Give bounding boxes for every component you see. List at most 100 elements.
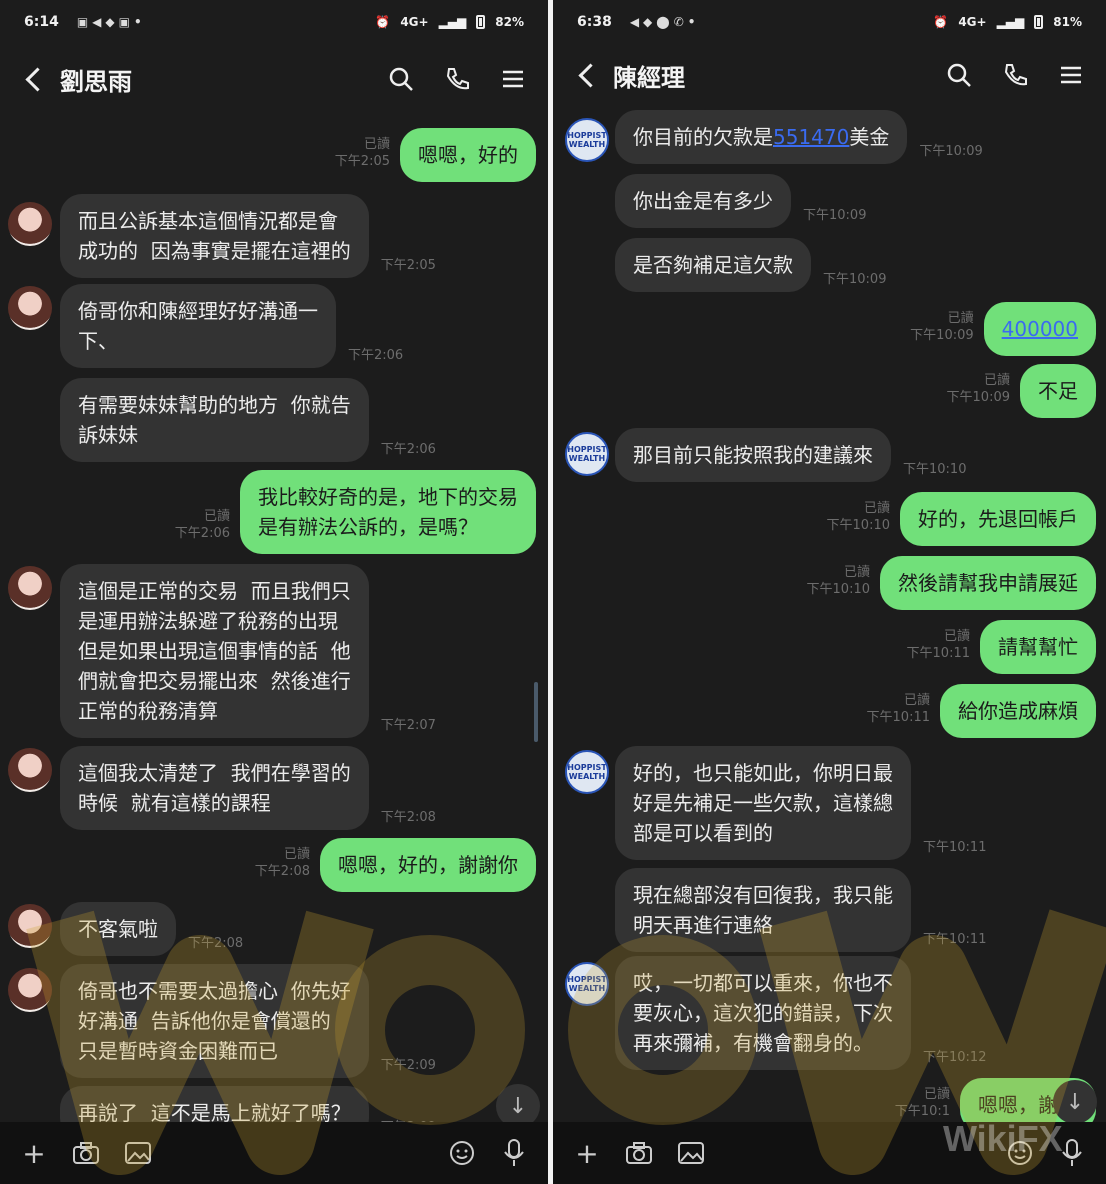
message-time: 下午10:09: [946, 390, 1010, 405]
message-bubble[interactable]: 倚哥也不需要太過擔心 你先好 好溝通 告訴他你是會償還的 只是暫時資金困難而已: [60, 964, 369, 1078]
message-list[interactable]: 你目前的欠款是551470美金 下午10:09 HOPPIST WEALTH 你出金是…: [553, 110, 1106, 1132]
message-bubble[interactable]: 這個是正常的交易 而且我們只 是運用辦法躲避了稅務的出現 但是如果出現這個事情的…: [60, 564, 369, 738]
message-meta: 下午10:09: [919, 143, 982, 160]
amount-link[interactable]: 400000: [1002, 317, 1078, 341]
incoming-message[interactable]: 你出金是有多少 下午10:09: [615, 174, 866, 228]
menu-icon[interactable]: [1056, 60, 1086, 90]
menu-icon[interactable]: [498, 64, 528, 94]
image-icon[interactable]: [675, 1137, 707, 1169]
emoji-icon[interactable]: [446, 1137, 478, 1169]
message-bubble[interactable]: 倚哥你和陳經理好好溝通一 下、: [60, 284, 336, 368]
message-bubble[interactable]: 400000: [983, 302, 1096, 356]
message-bubble[interactable]: 好的，先退回帳戶: [900, 492, 1096, 546]
message-meta: 下午2:08: [381, 809, 436, 826]
outgoing-message[interactable]: 已讀 下午2:08 嗯嗯，好的，謝謝你: [255, 838, 536, 892]
message-time: 下午2:08: [254, 864, 310, 879]
back-icon[interactable]: [20, 66, 46, 92]
amount-link[interactable]: 551470: [773, 125, 849, 149]
incoming-message[interactable]: 那目前只能按照我的建議來 下午10:10: [615, 428, 966, 482]
avatar[interactable]: [8, 286, 52, 330]
incoming-message[interactable]: 倚哥也不需要太過擔心 你先好 好溝通 告訴他你是會償還的 只是暫時資金困難而已下…: [60, 964, 436, 1078]
message-bubble[interactable]: 好的，也只能如此，你明日最 好是先補足一些欠款，這樣總 部是可以看到的: [615, 746, 911, 860]
avatar[interactable]: [8, 748, 52, 792]
message-meta: 已讀 下午10:09: [910, 310, 973, 344]
avatar[interactable]: [8, 566, 52, 610]
message-bubble[interactable]: 給你造成麻煩: [940, 684, 1096, 738]
avatar[interactable]: HOPPIST WEALTH: [565, 432, 609, 476]
phone-icon[interactable]: [442, 64, 472, 94]
avatar[interactable]: HOPPIST WEALTH: [565, 750, 609, 794]
incoming-message[interactable]: 倚哥你和陳經理好好溝通一 下、 下午2:06: [60, 284, 403, 368]
incoming-message[interactable]: 是否夠補足這欠款 下午10:09: [615, 238, 886, 292]
message-meta: 已讀 下午2:06: [175, 508, 230, 542]
message-bubble[interactable]: 不客氣啦: [60, 902, 176, 956]
avatar[interactable]: [8, 202, 52, 246]
avatar[interactable]: [8, 968, 52, 1012]
message-bubble[interactable]: 是否夠補足這欠款: [615, 238, 811, 292]
outgoing-message[interactable]: 已讀 下午10:09 400000: [910, 302, 1096, 356]
camera-icon[interactable]: [70, 1137, 102, 1169]
incoming-message[interactable]: 這個是正常的交易 而且我們只 是運用辦法躲避了稅務的出現 但是如果出現這個事情的…: [60, 564, 436, 738]
read-receipt: 已讀: [863, 501, 890, 516]
message-time: 下午10:09: [919, 144, 983, 159]
message-bubble[interactable]: 你目前的欠款是551470美金: [615, 110, 908, 164]
message-bubble[interactable]: 然後請幫我申請展延: [880, 556, 1096, 610]
message-meta: 下午2:05: [381, 257, 436, 274]
watermark-text: WikiFX: [943, 1118, 1063, 1159]
outgoing-message[interactable]: 已讀 下午10:11 給你造成麻煩: [867, 684, 1096, 738]
message-bubble[interactable]: 不足: [1020, 364, 1096, 418]
alarm-icon: ⏰: [375, 15, 391, 29]
search-icon[interactable]: [386, 64, 416, 94]
message-bubble[interactable]: 我比較好奇的是，地下的交易 是有辦法公訴的，是嗎？: [240, 470, 536, 554]
read-receipt: 已讀: [983, 373, 1010, 388]
status-time: 6:14: [24, 14, 59, 30]
incoming-message[interactable]: 現在總部沒有回復我，我只能 明天再進行連絡 下午10:11: [615, 868, 986, 952]
message-bubble[interactable]: 哎，一切都可以重來，你也不 要灰心，這次犯的錯誤，下次 再來彌補，有機會翻身的。: [615, 956, 911, 1070]
outgoing-message[interactable]: 已讀下午10:09 不足: [947, 364, 1096, 418]
message-bubble[interactable]: 那目前只能按照我的建議來: [615, 428, 891, 482]
chat-title: 劉思雨: [60, 67, 132, 96]
signal-icon: ▂▄▆: [996, 15, 1025, 29]
composer-bar: +: [0, 1122, 548, 1184]
outgoing-message[interactable]: 已讀 下午10:10 好的，先退回帳戶: [827, 492, 1096, 546]
message-time: 下午2:09: [380, 1058, 436, 1073]
incoming-message[interactable]: 有需要妹妹幫助的地方 你就告 訴妹妹 下午2:06: [60, 378, 436, 462]
incoming-message[interactable]: 哎，一切都可以重來，你也不 要灰心，這次犯的錯誤，下次 再來彌補，有機會翻身的。…: [615, 956, 986, 1070]
avatar[interactable]: HOPPIST WEALTH: [565, 118, 609, 162]
image-icon[interactable]: [122, 1137, 154, 1169]
outgoing-message[interactable]: 已讀 下午2:05 嗯嗯，好的: [335, 128, 536, 182]
message-bubble[interactable]: 現在總部沒有回復我，我只能 明天再進行連絡: [615, 868, 911, 952]
scrollbar[interactable]: [534, 682, 538, 742]
outgoing-message[interactable]: 已讀 下午10:11 請幫幫忙: [907, 620, 1096, 674]
incoming-message[interactable]: 這個我太清楚了 我們在學習的 時候 就有這樣的課程 下午2:08: [60, 746, 436, 830]
incoming-message[interactable]: 而且公訴基本這個情況都是會 成功的 因為事實是擺在這裡的 下午2:05: [60, 194, 436, 278]
avatar[interactable]: [8, 904, 52, 948]
message-bubble[interactable]: 這個我太清楚了 我們在學習的 時候 就有這樣的課程: [60, 746, 369, 830]
plus-icon[interactable]: +: [18, 1137, 50, 1170]
search-icon[interactable]: [944, 60, 974, 90]
incoming-message[interactable]: 你目前的欠款是551470美金 下午10:09: [615, 110, 983, 164]
mic-icon[interactable]: [498, 1137, 530, 1169]
avatar[interactable]: HOPPIST WEALTH: [565, 962, 609, 1006]
phone-icon[interactable]: [1000, 60, 1030, 90]
outgoing-message[interactable]: 已讀 下午2:06 我比較好奇的是，地下的交易 是有辦法公訴的，是嗎？: [175, 470, 536, 554]
message-bubble[interactable]: 嗯嗯，好的，謝謝你: [320, 838, 536, 892]
message-bubble[interactable]: 你出金是有多少: [615, 174, 791, 228]
outgoing-message[interactable]: 已讀 下午10:10 然後請幫我申請展延: [807, 556, 1096, 610]
back-icon[interactable]: [573, 62, 599, 88]
notification-icons: ◀◆⬤✆•: [629, 15, 700, 29]
message-bubble[interactable]: 請幫幫忙: [980, 620, 1096, 674]
message-bubble[interactable]: 有需要妹妹幫助的地方 你就告 訴妹妹: [60, 378, 369, 462]
avatar-logo-text: HOPPIST WEALTH: [567, 975, 607, 993]
camera-icon[interactable]: [623, 1137, 655, 1169]
message-bubble[interactable]: 嗯嗯，好的: [400, 128, 536, 182]
message-list[interactable]: 已讀 下午2:05 嗯嗯，好的 而且公訴基本這個情況都是會 成功的 因為事實是擺在這裡…: [0, 114, 548, 1140]
message-meta: 已讀 下午2:08: [255, 846, 310, 880]
plus-icon[interactable]: +: [571, 1137, 603, 1170]
message-bubble[interactable]: 而且公訴基本這個情況都是會 成功的 因為事實是擺在這裡的: [60, 194, 369, 278]
message-meta: 已讀 下午2:05: [335, 136, 390, 170]
message-meta: 已讀 下午10:11: [907, 628, 970, 662]
incoming-message[interactable]: 好的，也只能如此，你明日最 好是先補足一些欠款，這樣總 部是可以看到的 下午10:…: [615, 746, 986, 860]
message-time: 下午2:06: [380, 442, 436, 457]
incoming-message[interactable]: 不客氣啦 下午2:08: [60, 902, 243, 956]
